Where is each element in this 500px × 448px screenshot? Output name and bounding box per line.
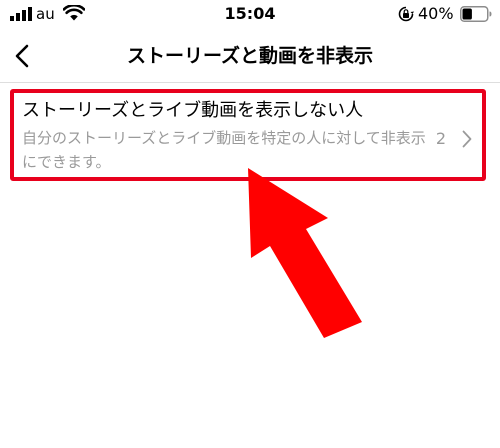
chevron-right-icon (462, 130, 472, 148)
battery-icon (460, 6, 492, 22)
row-subtitle: 自分のストーリーズとライブ動画を特定の人に対して非表示にできます。 (22, 129, 426, 171)
status-bar: au 15:04 40% (0, 0, 500, 30)
navigation-header: ストーリーズと動画を非表示 (0, 30, 500, 83)
orientation-lock-icon (398, 6, 414, 22)
battery-percentage: 40% (418, 4, 454, 23)
row-title: ストーリーズとライブ動画を表示しない人 (22, 100, 364, 121)
pointer-arrow-icon (248, 168, 362, 338)
hidden-people-count: 2 (435, 129, 446, 148)
hide-story-from-row[interactable]: ストーリーズとライブ動画を表示しない人 自分のストーリーズとライブ動画を特定の人… (14, 92, 486, 182)
page-title: ストーリーズと動画を非表示 (126, 45, 374, 67)
